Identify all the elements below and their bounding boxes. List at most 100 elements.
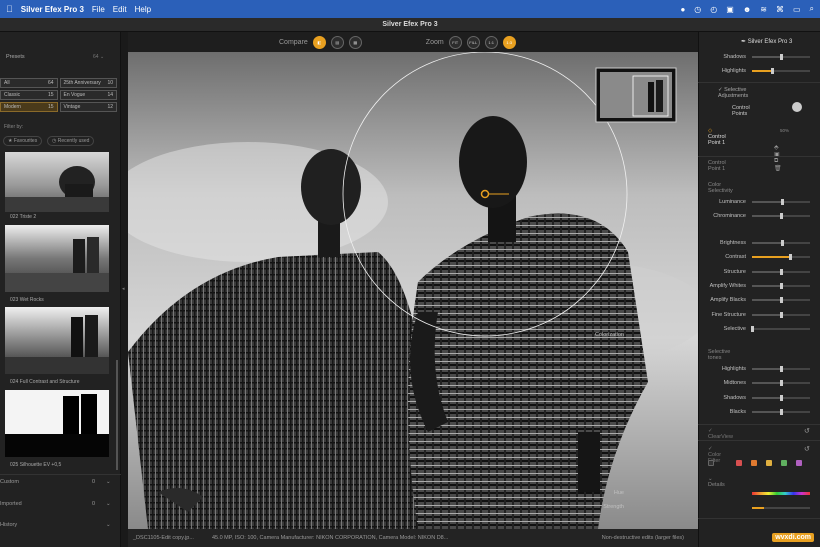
menu-edit[interactable]: Edit <box>113 5 127 14</box>
tone-blacks-slider[interactable] <box>752 408 810 415</box>
fine-structure-slider[interactable] <box>752 311 810 318</box>
preset-thumbnail[interactable] <box>5 390 109 457</box>
contrast-row[interactable]: Contrast <box>698 250 820 264</box>
apple-menu-icon[interactable]:  <box>6 4 13 14</box>
details-toggle[interactable]: ⌄ Details <box>708 476 725 488</box>
category-modern[interactable]: Modern 15 <box>0 102 58 112</box>
tone-midtones-slider[interactable] <box>752 380 810 387</box>
luminance-row[interactable]: Luminance <box>698 195 820 209</box>
amplify-blacks-knob[interactable] <box>780 297 783 304</box>
location-icon[interactable]: ● <box>680 5 685 14</box>
search-icon[interactable]: ⌕ <box>810 4 814 14</box>
compare-split-button[interactable]: ◧ <box>312 35 326 49</box>
category-classic[interactable]: Classic 15 <box>0 90 58 100</box>
filter-favourites[interactable]: ★ Favourites <box>3 136 43 146</box>
preset-thumbnail[interactable] <box>5 152 109 212</box>
battery-icon[interactable]: ▭ <box>793 5 801 14</box>
history-icon[interactable]: ◷ <box>694 5 701 14</box>
clearview-toggle[interactable]: ✓ ClearView <box>708 428 733 440</box>
photo-preview[interactable] <box>128 52 698 529</box>
highlights-row[interactable]: Highlights <box>698 64 820 78</box>
zoom-1-1-button[interactable]: 1:1 <box>484 35 498 49</box>
tone-blacks-knob[interactable] <box>780 408 783 415</box>
amplify-blacks-row[interactable]: Amplify Blacks <box>698 293 820 307</box>
chrominance-knob[interactable] <box>780 213 783 219</box>
luminance-knob[interactable] <box>781 199 785 205</box>
amplify-whites-slider[interactable] <box>752 282 810 289</box>
tone-shadows-slider[interactable] <box>752 394 810 401</box>
tone-highlights-knob[interactable] <box>780 366 783 372</box>
fine-structure-row[interactable]: Fine Structure <box>698 308 820 322</box>
tone-shadows-knob[interactable] <box>780 394 783 401</box>
highlights-slider[interactable] <box>752 68 810 74</box>
tone-highlights-row[interactable]: Highlights <box>698 362 820 376</box>
clock-icon[interactable]: ◴ <box>710 5 717 14</box>
preset-thumbnail[interactable] <box>5 225 109 292</box>
color-swatch[interactable] <box>766 460 772 466</box>
brightness-knob[interactable] <box>781 240 785 246</box>
selective-adjustments-header[interactable]: ✓ Selective Adjustments <box>718 87 748 99</box>
compare-side-button[interactable]: ▤ <box>330 35 344 49</box>
reset-icon[interactable]: ↺ <box>804 427 810 435</box>
tone-blacks-row[interactable]: Blacks <box>698 405 820 419</box>
luminance-slider[interactable] <box>752 199 810 205</box>
zoom-fit-button[interactable]: FIT <box>448 35 462 49</box>
app-menu[interactable]: Silver Efex Pro 3 <box>21 5 84 14</box>
reset-icon[interactable]: ↺ <box>804 445 810 453</box>
color-swatch[interactable] <box>796 460 802 466</box>
edit-mode[interactable]: Non-destructive edits (larger files) <box>602 535 684 541</box>
color-swatch[interactable] <box>751 460 757 466</box>
contrast-slider[interactable] <box>752 254 810 261</box>
amplify-blacks-slider[interactable] <box>752 297 810 304</box>
brightness-slider[interactable] <box>752 240 810 246</box>
contrast-knob[interactable] <box>789 254 793 261</box>
selective-colorization-row[interactable]: Selective <box>698 322 820 336</box>
amplify-whites-row[interactable]: Amplify Whites <box>698 279 820 293</box>
structure-slider[interactable] <box>752 268 810 275</box>
left-collapse-strip[interactable]: ◂ <box>121 32 128 547</box>
preset-thumbnail[interactable] <box>5 307 109 374</box>
compare-grid-button[interactable]: ▦ <box>348 35 362 49</box>
shadows-row[interactable]: Shadows <box>698 50 820 64</box>
tone-highlights-slider[interactable] <box>752 366 810 372</box>
highlights-knob[interactable] <box>771 68 775 74</box>
selective-colorization-slider[interactable] <box>751 325 810 332</box>
color-swatch[interactable] <box>781 460 787 466</box>
category-en-vogue[interactable]: En Vogue 14 <box>59 90 117 100</box>
zoom-label: Zoom <box>425 38 444 46</box>
add-control-point-icon[interactable] <box>792 102 802 112</box>
control-point-tools-icon[interactable]: ⬘ ▣ ⧉ 🗑 <box>774 144 782 172</box>
structure-row[interactable]: Structure <box>698 265 820 279</box>
wifi-icon[interactable]: ≋ <box>760 5 767 14</box>
hue-slider[interactable] <box>752 492 810 495</box>
chrominance-slider[interactable] <box>752 213 810 219</box>
selective-colorization-knob[interactable] <box>751 325 754 332</box>
filter-recently-used[interactable]: ◷ Recently used <box>47 136 95 146</box>
tone-midtones-knob[interactable] <box>780 380 783 387</box>
control-center-icon[interactable]: ⌘ <box>776 5 784 14</box>
category-all[interactable]: All 64 <box>0 78 58 88</box>
control-point-item[interactable]: ◇ Control Point 1 <box>708 128 726 146</box>
strength-slider[interactable] <box>752 507 810 509</box>
shadows-knob[interactable] <box>780 54 783 60</box>
amplify-whites-knob[interactable] <box>780 282 783 289</box>
user-icon[interactable]: ☻ <box>743 5 751 14</box>
tone-midtones-row[interactable]: Midtones <box>698 376 820 390</box>
menu-help[interactable]: Help <box>135 5 151 14</box>
menu-file[interactable]: File <box>92 5 105 14</box>
structure-knob[interactable] <box>780 268 783 275</box>
swatch-none[interactable] <box>708 460 714 466</box>
shadows-slider[interactable] <box>752 54 810 60</box>
collapse-arrow-icon[interactable]: ◂ <box>122 286 125 292</box>
fine-structure-knob[interactable] <box>780 311 783 318</box>
tone-shadows-row[interactable]: Shadows <box>698 391 820 405</box>
zoom-fill-button[interactable]: FILL <box>466 35 480 49</box>
color-swatch[interactable] <box>736 460 742 466</box>
zoom-1-3-button[interactable]: 1:3 <box>502 35 516 49</box>
category-vintage[interactable]: Vintage 12 <box>59 102 117 112</box>
category-25th-anniversary[interactable]: 25th Anniversary 10 <box>59 78 117 88</box>
presets-scrollbar[interactable] <box>116 360 118 470</box>
display-icon[interactable]: ▣ <box>726 5 734 14</box>
brightness-row[interactable]: Brightness <box>698 236 820 250</box>
chrominance-row[interactable]: Chrominance <box>698 209 820 223</box>
